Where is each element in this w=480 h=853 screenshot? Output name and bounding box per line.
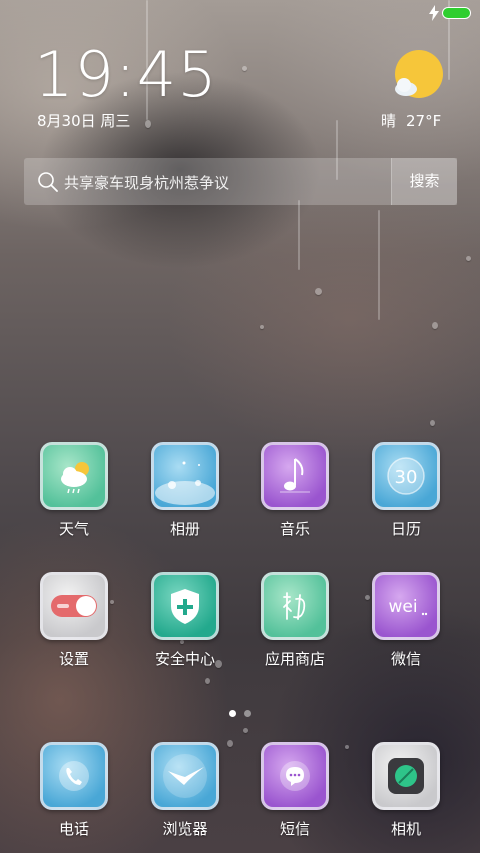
weather-temperature: 27°F xyxy=(406,112,442,130)
calendar-app-icon: 30 xyxy=(372,442,440,510)
settings-app-icon xyxy=(40,572,108,640)
weather-app-icon xyxy=(40,442,108,510)
search-bar[interactable]: 共享豪车现身杭州惹争议 搜索 xyxy=(24,158,457,205)
wechat-app-icon: wei xyxy=(372,572,440,640)
page-indicator[interactable] xyxy=(0,702,480,717)
app-label: 浏览器 xyxy=(162,820,208,838)
app-wechat[interactable]: wei 微信 xyxy=(356,572,456,669)
app-label: 微信 xyxy=(390,650,421,668)
app-music[interactable]: 音乐 xyxy=(245,442,345,539)
app-label: 天气 xyxy=(58,520,89,538)
phone-app-icon xyxy=(40,742,108,810)
search-input[interactable]: 共享豪车现身杭州惹争议 xyxy=(64,172,229,193)
bolt-icon xyxy=(429,5,439,21)
app-gallery[interactable]: 相册 xyxy=(135,442,235,539)
svg-text:30: 30 xyxy=(395,467,418,488)
clock-date[interactable]: 8月30日 周三 xyxy=(37,110,130,131)
app-label: 应用商店 xyxy=(264,650,325,668)
app-messages[interactable]: 短信 xyxy=(245,742,345,839)
app-settings[interactable]: 设置 xyxy=(24,572,124,669)
weather-condition: 晴 xyxy=(381,112,397,130)
app-phone[interactable]: 电话 xyxy=(24,742,124,839)
browser-app-icon xyxy=(151,742,219,810)
page-dot-active[interactable] xyxy=(229,710,236,717)
app-label: 安全中心 xyxy=(154,650,215,668)
app-label: 电话 xyxy=(58,820,89,838)
app-security[interactable]: 安全中心 xyxy=(135,572,235,669)
app-browser[interactable]: 浏览器 xyxy=(135,742,235,839)
app-label: 短信 xyxy=(279,820,310,838)
search-icon xyxy=(38,172,58,192)
music-app-icon xyxy=(261,442,329,510)
app-camera[interactable]: 相机 xyxy=(356,742,456,839)
app-calendar[interactable]: 30 日历 xyxy=(356,442,456,539)
app-label: 设置 xyxy=(58,650,89,668)
app-store-icon xyxy=(261,572,329,640)
weather-summary[interactable]: 晴 27°F xyxy=(381,110,451,131)
app-label: 日历 xyxy=(390,520,421,538)
search-button[interactable]: 搜索 xyxy=(391,158,457,205)
clock-time[interactable]: 19:45 xyxy=(34,40,218,110)
status-bar xyxy=(0,0,480,26)
app-weather[interactable]: 天气 xyxy=(24,442,124,539)
battery-icon xyxy=(442,7,471,19)
app-label: 相册 xyxy=(169,520,200,538)
camera-app-icon xyxy=(372,742,440,810)
gallery-app-icon xyxy=(151,442,219,510)
app-store[interactable]: 应用商店 xyxy=(245,572,345,669)
app-label: 相机 xyxy=(390,820,421,838)
page-dot[interactable] xyxy=(244,710,251,717)
sun-cloud-icon[interactable] xyxy=(392,48,446,102)
security-app-icon xyxy=(151,572,219,640)
app-label: 音乐 xyxy=(279,520,310,538)
svg-text:wei: wei xyxy=(388,597,417,617)
messages-app-icon xyxy=(261,742,329,810)
